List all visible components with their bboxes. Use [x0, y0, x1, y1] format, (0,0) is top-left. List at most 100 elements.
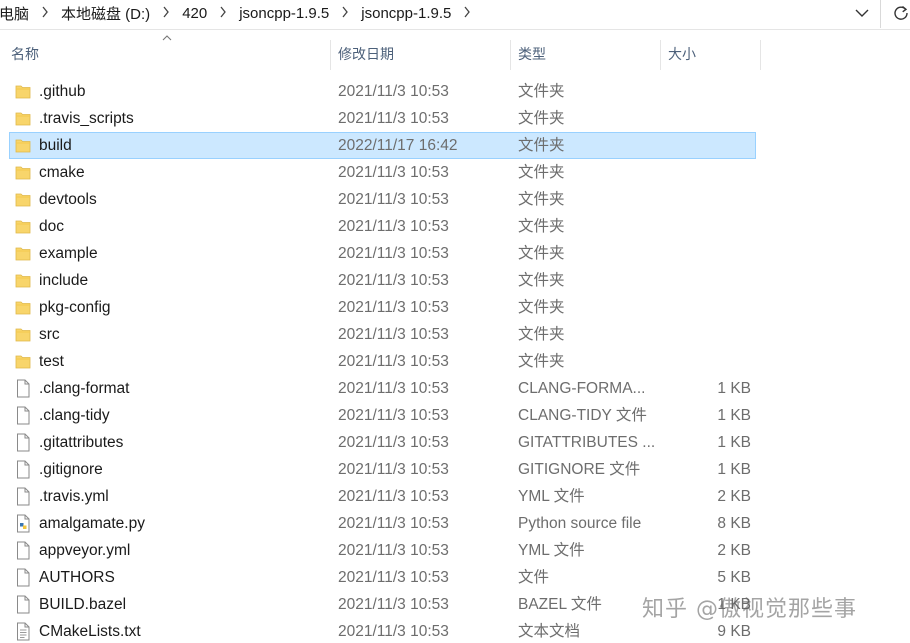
file-type: 文件夹 — [518, 353, 565, 370]
breadcrumb-item[interactable]: 本地磁盘 (D:) — [57, 3, 154, 24]
folder-icon — [15, 217, 31, 236]
address-divider — [880, 0, 881, 28]
file-row[interactable]: .clang-tidy 2021/11/3 10:53 CLANG-TIDY 文件 1… — [9, 402, 756, 429]
file-row[interactable]: amalgamate.py 2021/11/3 10:53 Python sourc… — [9, 510, 756, 537]
file-name: .gitattributes — [39, 434, 124, 451]
chevron-right-icon[interactable] — [455, 6, 479, 21]
file-name: pkg-config — [39, 299, 111, 316]
folder-icon — [15, 271, 31, 290]
folder-row[interactable]: doc 2021/11/3 10:53 文件夹 — [9, 213, 756, 240]
python-file-icon — [15, 514, 31, 533]
chevron-right-icon[interactable] — [154, 6, 178, 21]
file-row[interactable]: .travis.yml 2021/11/3 10:53 YML 文件 2 KB — [9, 483, 756, 510]
file-type: 文件夹 — [518, 137, 565, 154]
file-date-modified: 2021/11/3 10:53 — [338, 596, 449, 613]
file-date-modified: 2021/11/3 10:53 — [338, 299, 449, 316]
file-type: 文本文档 — [518, 623, 581, 640]
file-name: .clang-format — [39, 380, 130, 397]
file-type: CLANG-TIDY 文件 — [518, 407, 647, 424]
breadcrumb: 电脑 本地磁盘 (D:) 420 jsoncpp-1.9.5 jsoncpp-1.9.5 — [0, 0, 479, 26]
folder-row[interactable]: example 2021/11/3 10:53 文件夹 — [9, 240, 756, 267]
file-date-modified: 2021/11/3 10:53 — [338, 461, 449, 478]
column-type[interactable]: 类型 — [518, 38, 658, 70]
file-type: GITIGNORE 文件 — [518, 461, 641, 478]
file-name: amalgamate.py — [39, 515, 145, 532]
column-name[interactable]: 名称 — [11, 38, 329, 70]
chevron-right-icon[interactable] — [33, 6, 57, 21]
folder-icon — [15, 298, 31, 317]
file-date-modified: 2021/11/3 10:53 — [338, 407, 449, 424]
file-type: YML 文件 — [518, 542, 585, 559]
file-date-modified: 2022/11/17 16:42 — [338, 137, 458, 154]
file-date-modified: 2021/11/3 10:53 — [338, 380, 449, 397]
breadcrumb-item[interactable]: jsoncpp-1.9.5 — [235, 5, 333, 22]
folder-row[interactable]: devtools 2021/11/3 10:53 文件夹 — [9, 186, 756, 213]
file-icon — [15, 406, 31, 425]
file-date-modified: 2021/11/3 10:53 — [338, 245, 449, 262]
folder-icon — [15, 136, 31, 155]
file-name: example — [39, 245, 98, 262]
chevron-right-icon[interactable] — [333, 6, 357, 21]
file-size: 8 KB — [717, 515, 751, 532]
file-date-modified: 2021/11/3 10:53 — [338, 164, 449, 181]
address-history-dropdown[interactable] — [849, 1, 875, 25]
file-type: 文件夹 — [518, 191, 565, 208]
address-bar[interactable]: 电脑 本地磁盘 (D:) 420 jsoncpp-1.9.5 jsoncpp-1.9.5 — [0, 0, 910, 30]
column-divider[interactable] — [660, 40, 661, 70]
folder-row[interactable]: src 2021/11/3 10:53 文件夹 — [9, 321, 756, 348]
file-row[interactable]: .clang-format 2021/11/3 10:53 CLANG-FORMA.… — [9, 375, 756, 402]
file-type: 文件夹 — [518, 272, 565, 289]
chevron-right-icon[interactable] — [211, 6, 235, 21]
column-header-bar: 名称 修改日期 类型 大小 — [0, 35, 910, 70]
breadcrumb-item[interactable]: jsoncpp-1.9.5 — [357, 5, 455, 22]
file-type: GITATTRIBUTES ... — [518, 434, 656, 451]
file-name: appveyor.yml — [39, 542, 131, 559]
file-date-modified: 2021/11/3 10:53 — [338, 326, 449, 343]
file-row[interactable]: AUTHORS 2021/11/3 10:53 文件 5 KB — [9, 564, 756, 591]
file-row[interactable]: .gitignore 2021/11/3 10:53 GITIGNORE 文件 1 K… — [9, 456, 756, 483]
file-row[interactable]: appveyor.yml 2021/11/3 10:53 YML 文件 2 KB — [9, 537, 756, 564]
folder-icon — [15, 352, 31, 371]
file-date-modified: 2021/11/3 10:53 — [338, 83, 449, 100]
column-divider[interactable] — [760, 40, 761, 70]
breadcrumb-item[interactable]: 电脑 — [0, 3, 33, 24]
file-name: .gitignore — [39, 461, 103, 478]
refresh-icon — [894, 5, 908, 20]
file-type: 文件夹 — [518, 326, 565, 343]
file-icon — [15, 433, 31, 452]
file-type: 文件夹 — [518, 218, 565, 235]
breadcrumb-item[interactable]: 420 — [178, 5, 211, 22]
file-size: 2 KB — [717, 542, 751, 559]
folder-row[interactable]: .travis_scripts 2021/11/3 10:53 文件夹 — [9, 105, 756, 132]
folder-row[interactable]: test 2021/11/3 10:53 文件夹 — [9, 348, 756, 375]
folder-row[interactable]: build 2022/11/17 16:42 文件夹 — [9, 132, 756, 159]
file-name: test — [39, 353, 64, 370]
file-row[interactable]: .gitattributes 2021/11/3 10:53 GITATTRIBUT… — [9, 429, 756, 456]
file-name: doc — [39, 218, 64, 235]
file-icon — [15, 541, 31, 560]
file-date-modified: 2021/11/3 10:53 — [338, 623, 449, 640]
folder-row[interactable]: include 2021/11/3 10:53 文件夹 — [9, 267, 756, 294]
column-modified[interactable]: 修改日期 — [338, 38, 508, 70]
file-name: include — [39, 272, 89, 289]
folder-row[interactable]: .github 2021/11/3 10:53 文件夹 — [9, 78, 756, 105]
file-type: 文件 — [518, 569, 550, 586]
file-icon — [15, 379, 31, 398]
file-type: Python source file — [518, 515, 642, 532]
folder-row[interactable]: pkg-config 2021/11/3 10:53 文件夹 — [9, 294, 756, 321]
file-date-modified: 2021/11/3 10:53 — [338, 272, 449, 289]
file-name: .travis_scripts — [39, 110, 134, 127]
file-type: BAZEL 文件 — [518, 596, 602, 613]
file-size: 1 KB — [717, 434, 751, 451]
file-date-modified: 2021/11/3 10:53 — [338, 353, 449, 370]
column-divider[interactable] — [510, 40, 511, 70]
column-divider[interactable] — [330, 40, 331, 70]
watermark: 知乎 @傲视觉那些事 — [642, 597, 857, 622]
folder-row[interactable]: cmake 2021/11/3 10:53 文件夹 — [9, 159, 756, 186]
file-size: 5 KB — [717, 569, 751, 586]
file-icon — [15, 460, 31, 479]
folder-icon — [15, 109, 31, 128]
column-size[interactable]: 大小 — [668, 38, 758, 70]
file-date-modified: 2021/11/3 10:53 — [338, 515, 449, 532]
refresh-button[interactable] — [890, 0, 910, 26]
